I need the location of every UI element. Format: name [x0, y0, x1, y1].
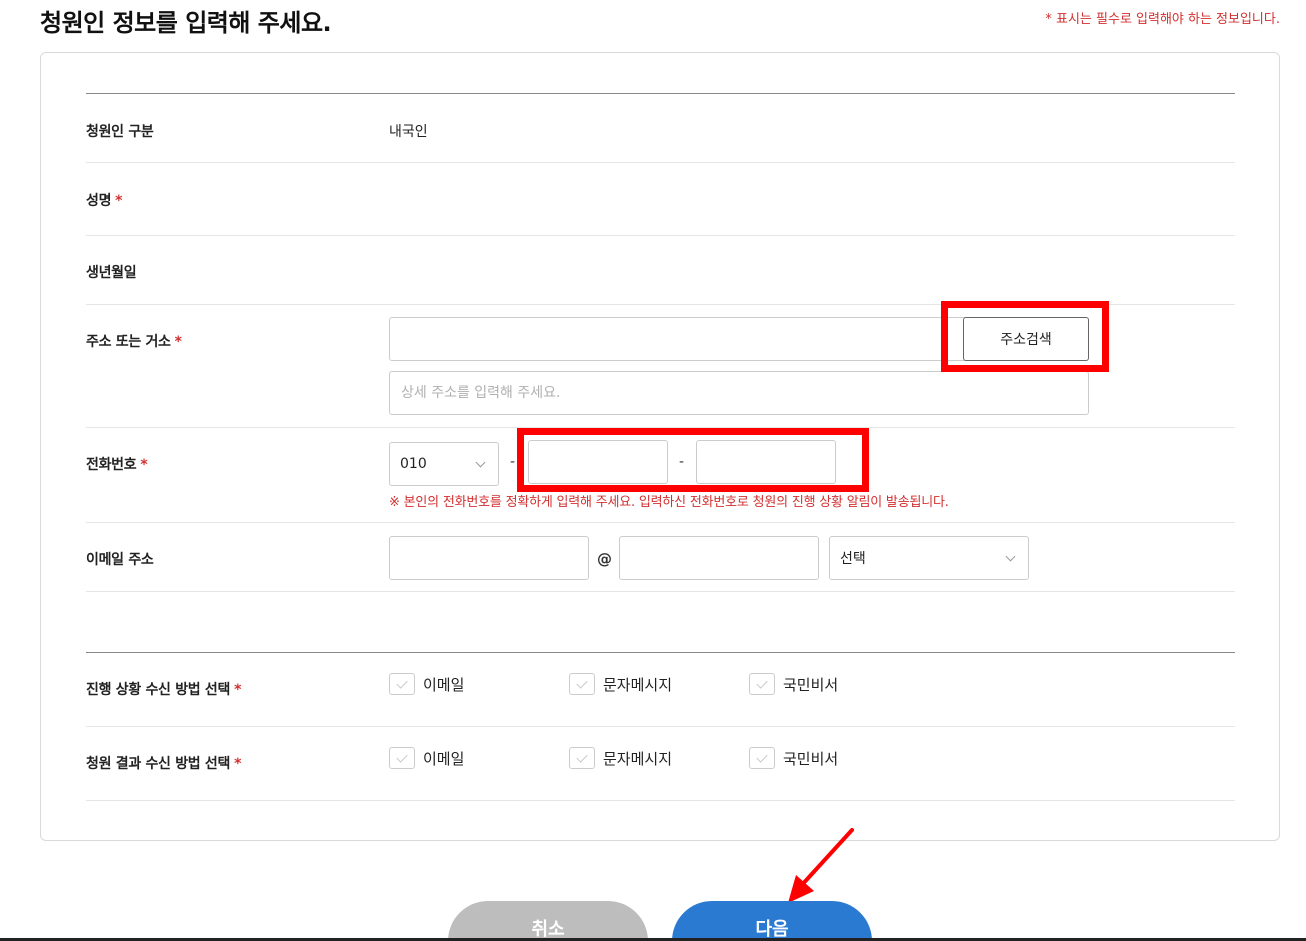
phone-prefix-select[interactable]: 010 — [389, 442, 499, 486]
phone-dash: - — [510, 454, 516, 470]
petitioner-type-value: 내국인 — [389, 124, 428, 140]
petitioner-form-card: 청원인 구분 내국인 성명* 생년월일 주소 또는 거소* 주소검색 전화번호*… — [40, 52, 1280, 841]
progress-secretary-checkbox[interactable]: 국민비서 — [749, 673, 838, 695]
name-label-text: 성명 — [86, 193, 112, 209]
checkbox-icon — [749, 747, 775, 769]
progress-notification-label: 진행 상황 수신 방법 선택 * — [86, 679, 241, 699]
result-secretary-checkbox[interactable]: 국민비서 — [749, 747, 838, 769]
page-title: 청원인 정보를 입력해 주세요. — [40, 9, 332, 37]
phone-label: 전화번호 * — [86, 454, 148, 474]
checkbox-label: 문자메시지 — [603, 749, 673, 768]
phone-middle-input[interactable] — [528, 440, 668, 484]
checkbox-label: 문자메시지 — [603, 675, 673, 694]
checkbox-label: 국민비서 — [783, 749, 839, 768]
chevron-down-icon — [1005, 551, 1016, 561]
checkbox-icon — [389, 747, 415, 769]
required-star: * — [234, 682, 242, 698]
checkbox-icon — [569, 673, 595, 695]
address-label: 주소 또는 거소 * — [86, 331, 182, 351]
address-detail-input[interactable] — [389, 371, 1089, 415]
next-button[interactable]: 다음 — [672, 901, 872, 941]
row-address: 주소 또는 거소 * 주소검색 — [86, 305, 1235, 428]
row-result-notification: 청원 결과 수신 방법 선택 * 이메일 문자메시지 국민비서 — [86, 727, 1235, 801]
row-birthdate: 생년월일 — [86, 236, 1235, 305]
progress-sms-checkbox[interactable]: 문자메시지 — [569, 673, 672, 695]
checkbox-label: 이메일 — [423, 675, 465, 694]
cancel-button[interactable]: 취소 — [448, 901, 648, 941]
email-label: 이메일 주소 — [86, 552, 154, 568]
row-progress-notification: 진행 상황 수신 방법 선택 * 이메일 문자메시지 국민비서 — [86, 653, 1235, 727]
result-notification-label: 청원 결과 수신 방법 선택 * — [86, 753, 241, 773]
phone-dash: - — [679, 454, 685, 470]
email-local-input[interactable] — [389, 536, 589, 580]
email-domain-input[interactable] — [619, 536, 819, 580]
progress-notification-label-text: 진행 상황 수신 방법 선택 — [86, 682, 231, 698]
petitioner-type-label: 청원인 구분 — [86, 124, 154, 140]
email-domain-select-value: 선택 — [840, 551, 866, 567]
row-petitioner-type: 청원인 구분 내국인 — [86, 94, 1235, 163]
name-label: 성명 * — [86, 190, 123, 210]
progress-email-checkbox[interactable]: 이메일 — [389, 673, 464, 695]
row-email: 이메일 주소 @ 선택 — [86, 523, 1235, 592]
required-star: * — [174, 334, 182, 350]
required-star: * — [115, 193, 123, 209]
email-at-sign: @ — [597, 550, 612, 568]
phone-hint-text: ※ 본인의 전화번호를 정확하게 입력해 주세요. 입력하신 전화번호로 청원의… — [389, 495, 949, 510]
result-email-checkbox[interactable]: 이메일 — [389, 747, 464, 769]
phone-prefix-value: 010 — [400, 456, 427, 472]
result-sms-checkbox[interactable]: 문자메시지 — [569, 747, 672, 769]
address-search-button[interactable]: 주소검색 — [963, 317, 1089, 361]
phone-label-text: 전화번호 — [86, 457, 137, 473]
email-domain-select[interactable]: 선택 — [829, 536, 1029, 580]
address-label-text: 주소 또는 거소 — [86, 334, 171, 350]
required-star: * — [140, 457, 148, 473]
checkbox-icon — [389, 673, 415, 695]
required-note: * 표시는 필수로 입력해야 하는 정보입니다. — [1045, 12, 1280, 27]
phone-last-input[interactable] — [696, 440, 836, 484]
row-name: 성명 * — [86, 163, 1235, 236]
checkbox-icon — [569, 747, 595, 769]
result-notification-label-text: 청원 결과 수신 방법 선택 — [86, 756, 231, 772]
birthdate-label: 생년월일 — [86, 265, 137, 281]
red-arrow-icon — [788, 828, 854, 903]
checkbox-icon — [749, 673, 775, 695]
checkbox-label: 이메일 — [423, 749, 465, 768]
required-star: * — [234, 756, 242, 772]
checkbox-label: 국민비서 — [783, 675, 839, 694]
chevron-down-icon — [475, 457, 486, 467]
